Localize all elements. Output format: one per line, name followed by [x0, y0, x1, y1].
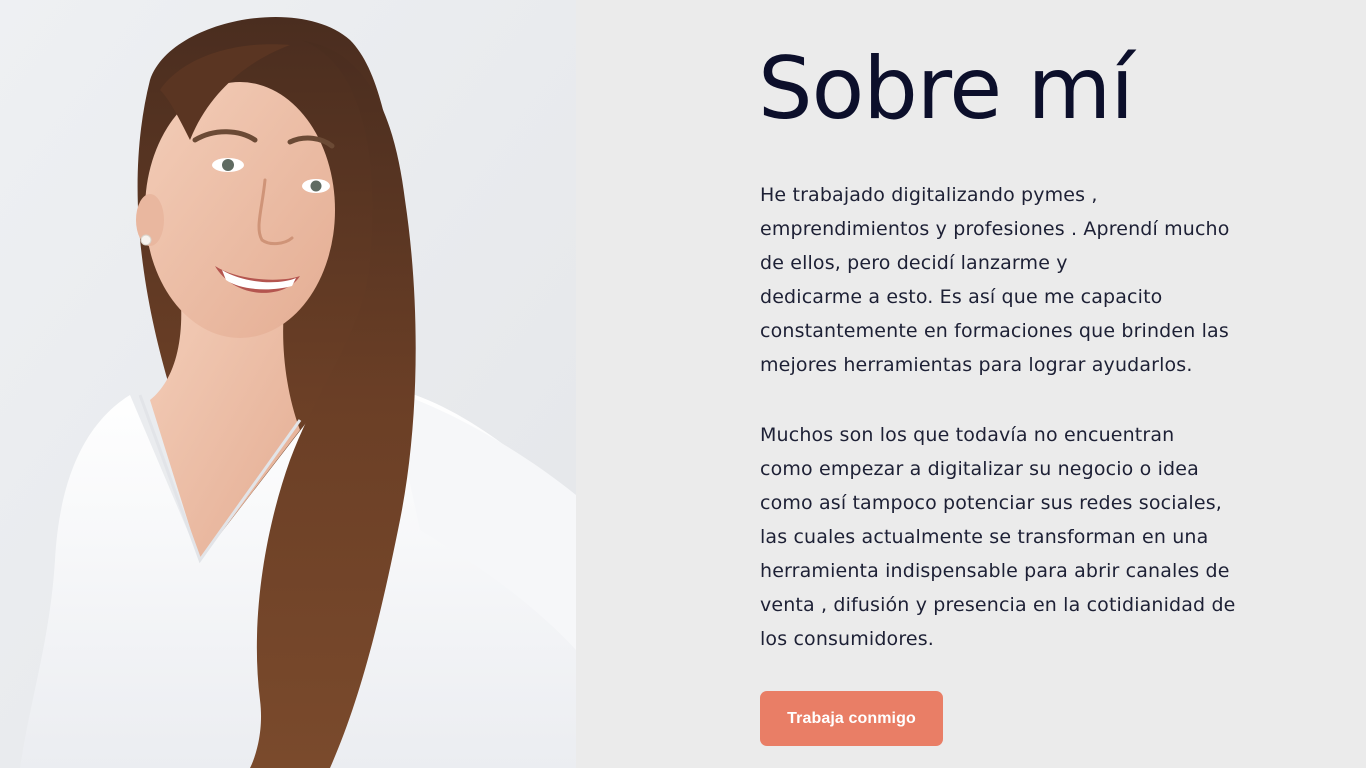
about-paragraph-2: Muchos son los que todavía no encuentran…: [760, 418, 1300, 656]
paragraph-line: como así tampoco potenciar sus redes soc…: [760, 492, 1222, 514]
paragraph-line: los consumidores.: [760, 628, 934, 650]
work-with-me-button[interactable]: Trabaja conmigo: [760, 691, 943, 746]
paragraph-line: Muchos son los que todavía no encuentran: [760, 424, 1175, 446]
about-paragraph-1: He trabajado digitalizando pymes , empre…: [760, 178, 1300, 382]
paragraph-line: constantemente en formaciones que brinde…: [760, 320, 1229, 342]
paragraph-line: mejores herramientas para lograr ayudarl…: [760, 354, 1193, 376]
paragraph-line: de ellos, pero decidí lanzarme y: [760, 252, 1068, 274]
profile-photo: [0, 0, 576, 768]
portrait-illustration: [0, 0, 576, 768]
about-section: Sobre mí He trabajado digitalizando pyme…: [0, 0, 1366, 768]
paragraph-line: herramienta indispensable para abrir can…: [760, 560, 1230, 582]
paragraph-line: como empezar a digitalizar su negocio o …: [760, 458, 1199, 480]
paragraph-line: venta , difusión y presencia en la cotid…: [760, 594, 1236, 616]
section-title: Sobre mí: [758, 39, 1134, 139]
paragraph-line: dedicarme a esto. Es así que me capacito: [760, 286, 1163, 308]
paragraph-line: He trabajado digitalizando pymes ,: [760, 184, 1098, 206]
paragraph-line: emprendimientos y profesiones . Aprendí …: [760, 218, 1230, 240]
paragraph-line: las cuales actualmente se transforman en…: [760, 526, 1209, 548]
